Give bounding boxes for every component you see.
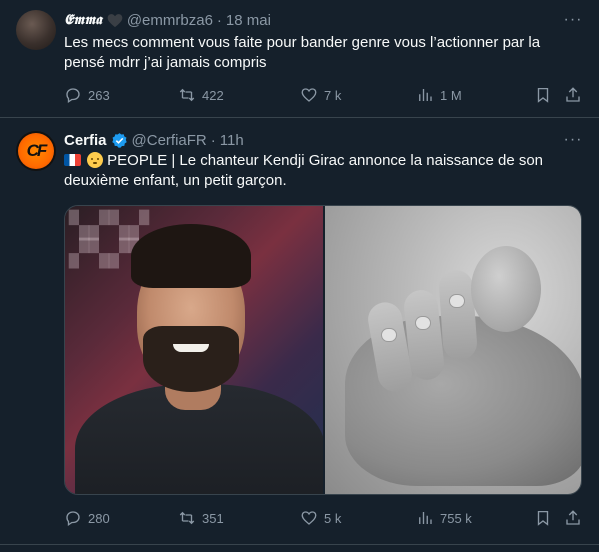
retweet-button[interactable]: 351 — [178, 509, 224, 527]
bookmark-button[interactable] — [534, 86, 552, 104]
tweet-media[interactable]: ▚▞▚▞ ▞▚▞▚ — [64, 205, 582, 495]
reply-icon — [66, 88, 80, 104]
reply-button[interactable]: 263 — [64, 86, 110, 104]
tweet-text-content: PEOPLE | Le chanteur Kendji Girac annonc… — [64, 152, 544, 189]
cerfia-logo: CF — [18, 133, 54, 169]
more-icon[interactable]: ··· — [561, 130, 585, 150]
avatar[interactable]: CF — [16, 131, 56, 171]
photo-baby-thumb — [471, 246, 541, 332]
like-count: 7 k — [324, 87, 342, 103]
like-icon — [301, 88, 317, 102]
reply-button[interactable]: 280 — [64, 509, 110, 527]
reply-count: 263 — [88, 87, 110, 103]
share-button[interactable] — [564, 86, 582, 104]
views-button[interactable]: 1 M — [416, 86, 462, 104]
share-button[interactable] — [564, 509, 582, 527]
photo-nail — [449, 294, 465, 308]
bookmark-button[interactable] — [534, 509, 552, 527]
handle[interactable]: @emmrbza6 — [127, 12, 213, 29]
share-icon — [566, 87, 580, 102]
tweet-header: 𝕰𝖒𝖒𝖆 @emmrbza6 · 18 mai — [64, 10, 271, 30]
display-name[interactable]: 𝕰𝖒𝖒𝖆 — [64, 12, 102, 28]
views-icon — [419, 89, 432, 101]
photo-hair — [131, 224, 251, 288]
views-button[interactable]: 755 k — [416, 509, 472, 527]
verified-icon — [111, 132, 128, 149]
more-icon[interactable]: ··· — [561, 10, 585, 30]
retweet-icon — [179, 88, 195, 102]
france-flag-icon — [64, 154, 81, 166]
retweet-count: 422 — [202, 87, 224, 103]
avatar[interactable] — [16, 10, 56, 50]
tweet-actions: 263 422 7 k 1 M — [64, 85, 584, 105]
views-count: 755 k — [440, 510, 472, 526]
tweet-header: Cerfia @CerfiaFR · 11h — [64, 130, 244, 150]
retweet-icon — [179, 511, 195, 525]
views-icon — [419, 512, 432, 524]
separator-dot: · — [210, 131, 216, 149]
photo-beard — [143, 326, 239, 392]
tweet-text: PEOPLE | Le chanteur Kendji Girac annonc… — [64, 151, 584, 191]
like-icon — [301, 511, 317, 525]
heart-badge-icon — [107, 13, 123, 28]
views-count: 1 M — [440, 87, 462, 103]
timestamp[interactable]: 11h — [220, 132, 244, 149]
share-icon — [566, 510, 580, 525]
tweet-text: Les mecs comment vous faite pour bander … — [64, 34, 541, 71]
tweet[interactable]: 𝕰𝖒𝖒𝖆 @emmrbza6 · 18 mai ··· Les mecs com… — [0, 0, 599, 118]
feed-divider — [0, 544, 599, 545]
timestamp[interactable]: 18 mai — [226, 12, 271, 29]
baby-emoji-icon — [87, 152, 103, 168]
tweet-actions: 280 351 5 k 755 k — [64, 508, 584, 528]
retweet-count: 351 — [202, 510, 224, 526]
reply-icon — [66, 511, 80, 527]
bookmark-icon — [537, 510, 549, 526]
photo-smile — [173, 344, 209, 352]
tweet[interactable]: CF Cerfia @CerfiaFR · 11h ··· PEOPLE | L… — [0, 118, 599, 544]
like-count: 5 k — [324, 510, 342, 526]
bookmark-icon — [537, 87, 549, 103]
photo-nail — [415, 316, 431, 330]
like-button[interactable]: 7 k — [300, 86, 341, 104]
display-name[interactable]: Cerfia — [64, 132, 107, 149]
photo-nail — [381, 328, 397, 342]
media-photo-kendji[interactable]: ▚▞▚▞ ▞▚▞▚ — [65, 206, 323, 494]
separator-dot: · — [216, 11, 222, 29]
like-button[interactable]: 5 k — [300, 509, 341, 527]
media-photo-hands[interactable] — [325, 206, 581, 494]
reply-count: 280 — [88, 510, 110, 526]
retweet-button[interactable]: 422 — [178, 86, 224, 104]
handle[interactable]: @CerfiaFR — [132, 132, 207, 149]
